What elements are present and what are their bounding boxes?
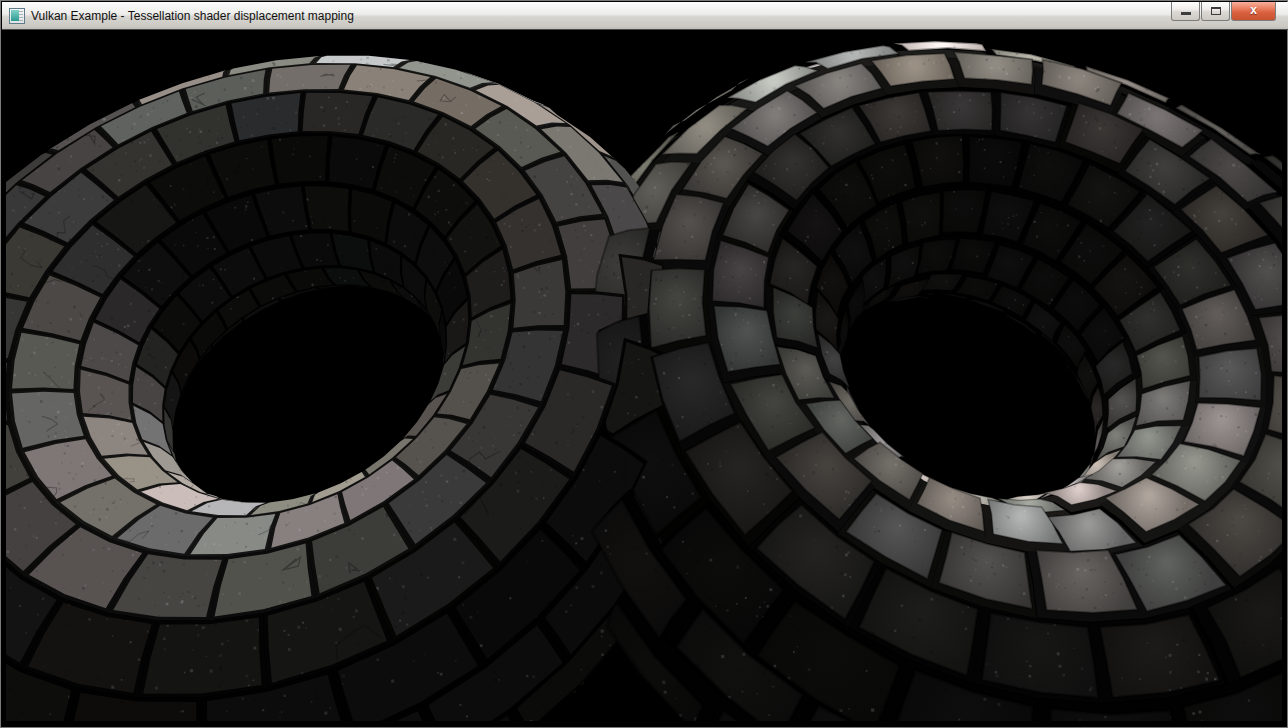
maximize-icon	[1211, 7, 1221, 15]
close-icon: x	[1232, 3, 1275, 17]
app-icon-teal-pane	[11, 10, 19, 21]
minimize-button[interactable]	[1171, 2, 1200, 21]
close-button[interactable]: x	[1231, 2, 1276, 21]
application-window: Vulkan Example - Tessellation shader dis…	[0, 0, 1288, 728]
minimize-icon	[1181, 12, 1191, 15]
viewport-canvas[interactable]	[6, 30, 1282, 721]
window-title: Vulkan Example - Tessellation shader dis…	[31, 9, 354, 23]
render-viewport	[6, 30, 1282, 721]
app-icon-lines	[19, 11, 23, 21]
app-icon[interactable]	[9, 8, 25, 24]
title-bar[interactable]: Vulkan Example - Tessellation shader dis…	[2, 2, 1288, 30]
maximize-button[interactable]	[1201, 2, 1230, 21]
window-controls: x	[1170, 2, 1276, 21]
